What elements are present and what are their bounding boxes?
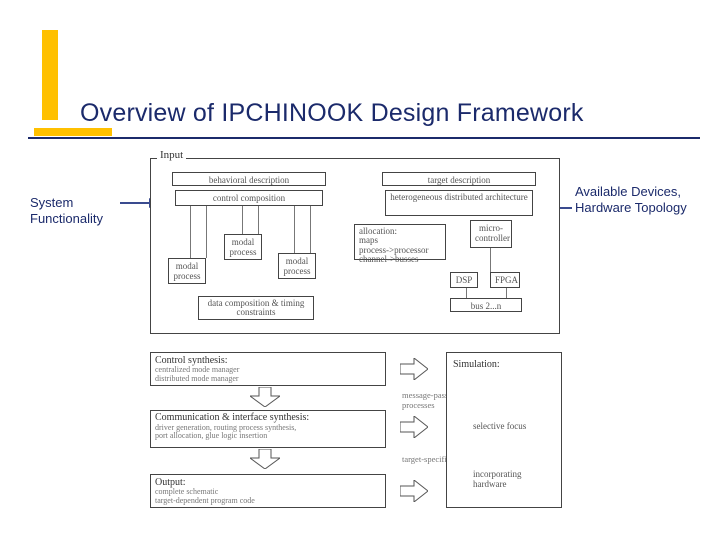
flow-arrow-right-icon [400, 358, 428, 380]
simulation-box: Simulation: selective focus incorporatin… [446, 352, 562, 508]
target-description-box: target description [382, 172, 536, 186]
accent-block-horizontal [34, 128, 112, 136]
input-label: Input [157, 149, 186, 161]
callout-available-devices: Available Devices, Hardware Topology [575, 184, 687, 217]
simulation-note: selective focus [473, 421, 526, 431]
callout-system-functionality: System Functionality [30, 195, 103, 228]
connector-line [294, 206, 295, 253]
modal-process-box: modal process [278, 253, 316, 279]
flow-arrow-right-icon [400, 480, 428, 502]
connector-line [490, 248, 491, 272]
flow-arrow-down-icon [250, 449, 280, 469]
control-composition-box: control composition [175, 190, 323, 206]
box-heading: Simulation: [451, 355, 557, 374]
simulation-note: incorporating hardware [473, 469, 545, 489]
heterogeneous-architecture-box: heterogeneous distributed architecture [385, 190, 533, 216]
modal-process-box: modal process [168, 258, 206, 284]
connector-line [206, 206, 207, 258]
box-subtext: driver generation, routing process synth… [155, 424, 381, 441]
connector-line [506, 288, 507, 298]
communication-synthesis-box: Communication & interface synthesis: dri… [150, 410, 386, 448]
output-box: Output: complete schematic target-depend… [150, 474, 386, 508]
slide-title: Overview of IPCHINOOK Design Framework [80, 99, 584, 128]
allocation-box: allocation: maps process->processor chan… [354, 224, 446, 260]
framework-diagram: Input behavioral description target desc… [150, 158, 570, 520]
flow-arrow-down-icon [250, 387, 280, 407]
connector-line [310, 206, 311, 253]
data-composition-box: data composition & timing constraints [198, 296, 314, 320]
dsp-box: DSP [450, 272, 478, 288]
box-subtext: complete schematic target-dependent prog… [155, 488, 381, 506]
box-subtext: centralized mode manager distributed mod… [155, 366, 381, 384]
control-synthesis-box: Control synthesis: centralized mode mana… [150, 352, 386, 386]
flow-arrow-right-icon [400, 416, 428, 438]
connector-line [190, 206, 191, 258]
microcontroller-box: micro-controller [470, 220, 512, 248]
connector-line [258, 206, 259, 234]
box-heading: Communication & interface synthesis: [155, 413, 381, 424]
modal-process-box: modal process [224, 234, 262, 260]
title-underline [28, 137, 700, 139]
connector-line [466, 288, 467, 298]
connector-line [242, 206, 243, 234]
fpga-box: FPGA [490, 272, 520, 288]
behavioral-description-box: behavioral description [172, 172, 326, 186]
bus-box: bus 2...n [450, 298, 522, 312]
accent-block-vertical [42, 30, 58, 120]
